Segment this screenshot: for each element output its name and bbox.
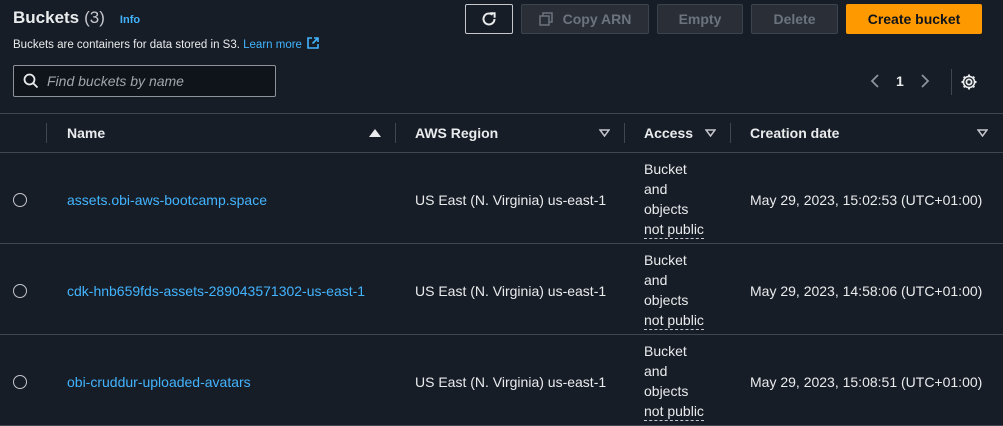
copy-icon <box>538 12 553 26</box>
description-text: Buckets are containers for data stored i… <box>13 39 240 51</box>
delete-button[interactable]: Delete <box>751 4 838 34</box>
row-select-radio[interactable] <box>13 375 27 389</box>
table-row[interactable]: obi-cruddur-uploaded-avatars US East (N.… <box>0 335 1003 426</box>
prev-page-icon[interactable] <box>866 71 884 91</box>
column-separator <box>46 123 47 143</box>
column-separator[interactable] <box>624 123 625 143</box>
bucket-creation-date: May 29, 2023, 15:02:53 (UTC+01:00) <box>750 192 983 208</box>
access-line: Bucket <box>644 252 687 268</box>
access-line: and <box>644 363 668 379</box>
bucket-access: Bucket and objects not public <box>644 250 734 330</box>
bucket-name-link[interactable]: cdk-hnb659fds-assets-289043571302-us-eas… <box>67 283 365 299</box>
search-box[interactable] <box>13 65 276 97</box>
learn-more-label[interactable]: Learn more <box>243 39 302 51</box>
table-header: Name AWS Region Access Creation date <box>0 113 1003 153</box>
access-status[interactable]: not public <box>644 403 704 421</box>
table-row[interactable]: assets.obi-aws-bootcamp.space US East (N… <box>0 153 1003 244</box>
column-separator[interactable] <box>395 123 396 143</box>
page-header: Buckets (3) Info Buckets are containers … <box>0 0 1003 110</box>
info-link[interactable]: Info <box>120 14 140 26</box>
delete-label: Delete <box>773 11 816 27</box>
column-separator[interactable] <box>730 123 731 143</box>
search-input[interactable] <box>47 73 267 89</box>
refresh-button[interactable] <box>465 4 513 34</box>
bucket-creation-date: May 29, 2023, 15:08:51 (UTC+01:00) <box>750 374 983 390</box>
bucket-access: Bucket and objects not public <box>644 341 734 421</box>
next-page-icon[interactable] <box>916 71 934 91</box>
sort-dropdown-icon[interactable] <box>703 127 717 139</box>
access-line: and <box>644 181 668 197</box>
column-header-creation-date[interactable]: Creation date <box>750 114 839 152</box>
table-row[interactable]: cdk-hnb659fds-assets-289043571302-us-eas… <box>0 244 1003 335</box>
access-line: objects <box>644 292 689 308</box>
bucket-creation-date: May 29, 2023, 14:58:06 (UTC+01:00) <box>750 283 983 299</box>
sort-dropdown-icon[interactable] <box>597 127 611 139</box>
create-bucket-button[interactable]: Create bucket <box>846 4 982 34</box>
access-line: Bucket <box>644 343 687 359</box>
sort-ascending-icon[interactable] <box>368 127 382 139</box>
page-title: Buckets <box>13 8 80 27</box>
current-page[interactable]: 1 <box>896 73 904 89</box>
column-header-access[interactable]: Access <box>644 114 693 152</box>
bucket-name-link[interactable]: assets.obi-aws-bootcamp.space <box>67 192 267 208</box>
bucket-region: US East (N. Virginia) us-east-1 <box>415 374 607 390</box>
access-status[interactable]: not public <box>644 221 704 239</box>
copy-arn-label: Copy ARN <box>562 11 632 27</box>
search-icon <box>23 73 39 89</box>
bucket-name-link[interactable]: obi-cruddur-uploaded-avatars <box>67 374 251 390</box>
row-select-radio[interactable] <box>13 284 27 298</box>
bucket-count: (3) <box>84 8 105 27</box>
copy-arn-button[interactable]: Copy ARN <box>521 4 649 34</box>
access-status[interactable]: not public <box>644 312 704 330</box>
buckets-table: Name AWS Region Access Creation date ass… <box>0 113 1003 426</box>
row-select-radio[interactable] <box>13 193 27 207</box>
bucket-access: Bucket and objects not public <box>644 159 734 239</box>
access-line: objects <box>644 383 689 399</box>
bucket-region: US East (N. Virginia) us-east-1 <box>415 192 607 208</box>
access-line: and <box>644 272 668 288</box>
pager-divider <box>951 69 952 95</box>
bucket-region: US East (N. Virginia) us-east-1 <box>415 283 607 299</box>
refresh-icon <box>482 12 496 26</box>
column-header-name[interactable]: Name <box>67 114 105 152</box>
pagination: 1 <box>866 71 934 91</box>
access-line: Bucket <box>644 161 687 177</box>
learn-more-link[interactable]: Learn more <box>243 36 320 51</box>
empty-label: Empty <box>678 11 722 27</box>
page-description: Buckets are containers for data stored i… <box>13 36 320 51</box>
title-row: Buckets (3) Info <box>13 8 140 28</box>
empty-button[interactable]: Empty <box>657 4 743 34</box>
sort-dropdown-icon[interactable] <box>975 127 989 139</box>
create-bucket-label: Create bucket <box>867 11 961 27</box>
external-link-icon[interactable] <box>306 36 320 50</box>
access-line: objects <box>644 201 689 217</box>
column-header-region[interactable]: AWS Region <box>415 114 498 152</box>
settings-gear-icon[interactable] <box>958 71 980 93</box>
